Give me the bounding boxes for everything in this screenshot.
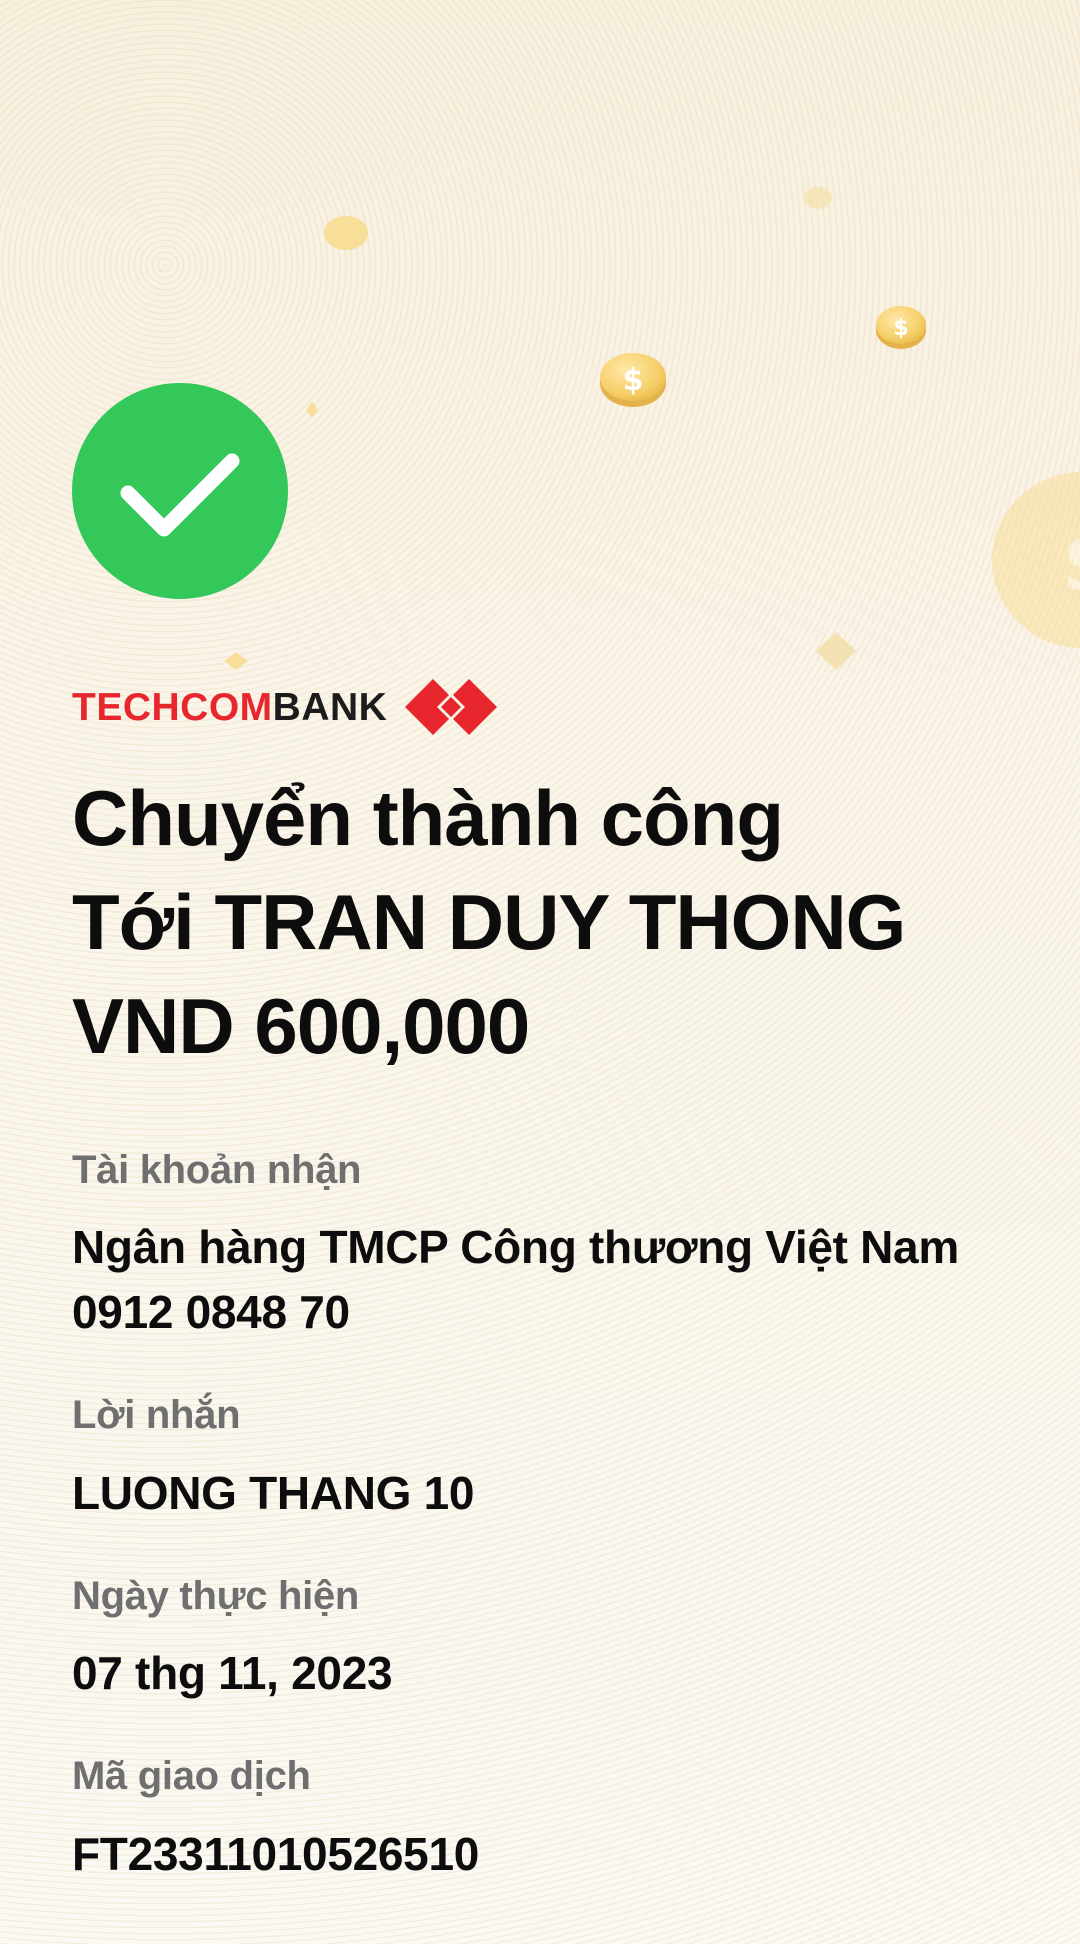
date-label: Ngày thực hiện — [72, 1574, 360, 1618]
transaction-id-label: Mã giao dịch — [72, 1754, 311, 1798]
coin-decoration-icon — [324, 216, 368, 250]
sparkle-decoration-icon — [804, 187, 832, 209]
sparkle-decoration-icon — [816, 632, 856, 670]
transfer-status-title: Chuyển thành công — [72, 774, 784, 862]
recipient-bank-name: Ngân hàng TMCP Công thương Việt Nam — [72, 1221, 959, 1273]
account-label: Tài khoản nhận — [72, 1148, 362, 1192]
recipient-name: Tới TRAN DUY THONG — [72, 878, 906, 966]
success-check-icon — [72, 383, 288, 599]
message-label: Lời nhắn — [72, 1393, 241, 1437]
logo-text-black: BANK — [272, 685, 388, 729]
bank-logo-icon — [405, 679, 498, 735]
dollar-coin-icon: $ — [600, 353, 666, 407]
sparkle-decoration-icon — [306, 402, 318, 418]
logo-text-red: TECHCOM — [72, 685, 273, 729]
svg-text:$: $ — [1062, 516, 1080, 609]
bank-logo: TECHCOM BANK — [72, 675, 498, 739]
transfer-amount: VND 600,000 — [72, 982, 530, 1070]
svg-text:$: $ — [623, 363, 644, 398]
recipient-account-number: 0912 0848 70 — [72, 1286, 350, 1338]
dollar-coin-icon: $ — [992, 472, 1080, 648]
svg-text:$: $ — [893, 316, 908, 341]
transfer-message: LUONG THANG 10 — [72, 1467, 475, 1519]
transfer-summary: Chuyển thành công Tới TRAN DUY THONG VND… — [72, 766, 1032, 1078]
transaction-id: FT23311010526510 — [72, 1828, 480, 1880]
dollar-coin-icon: $ — [876, 306, 926, 349]
sparkle-decoration-icon — [224, 652, 248, 670]
transfer-date: 07 thg 11, 2023 — [72, 1647, 393, 1699]
